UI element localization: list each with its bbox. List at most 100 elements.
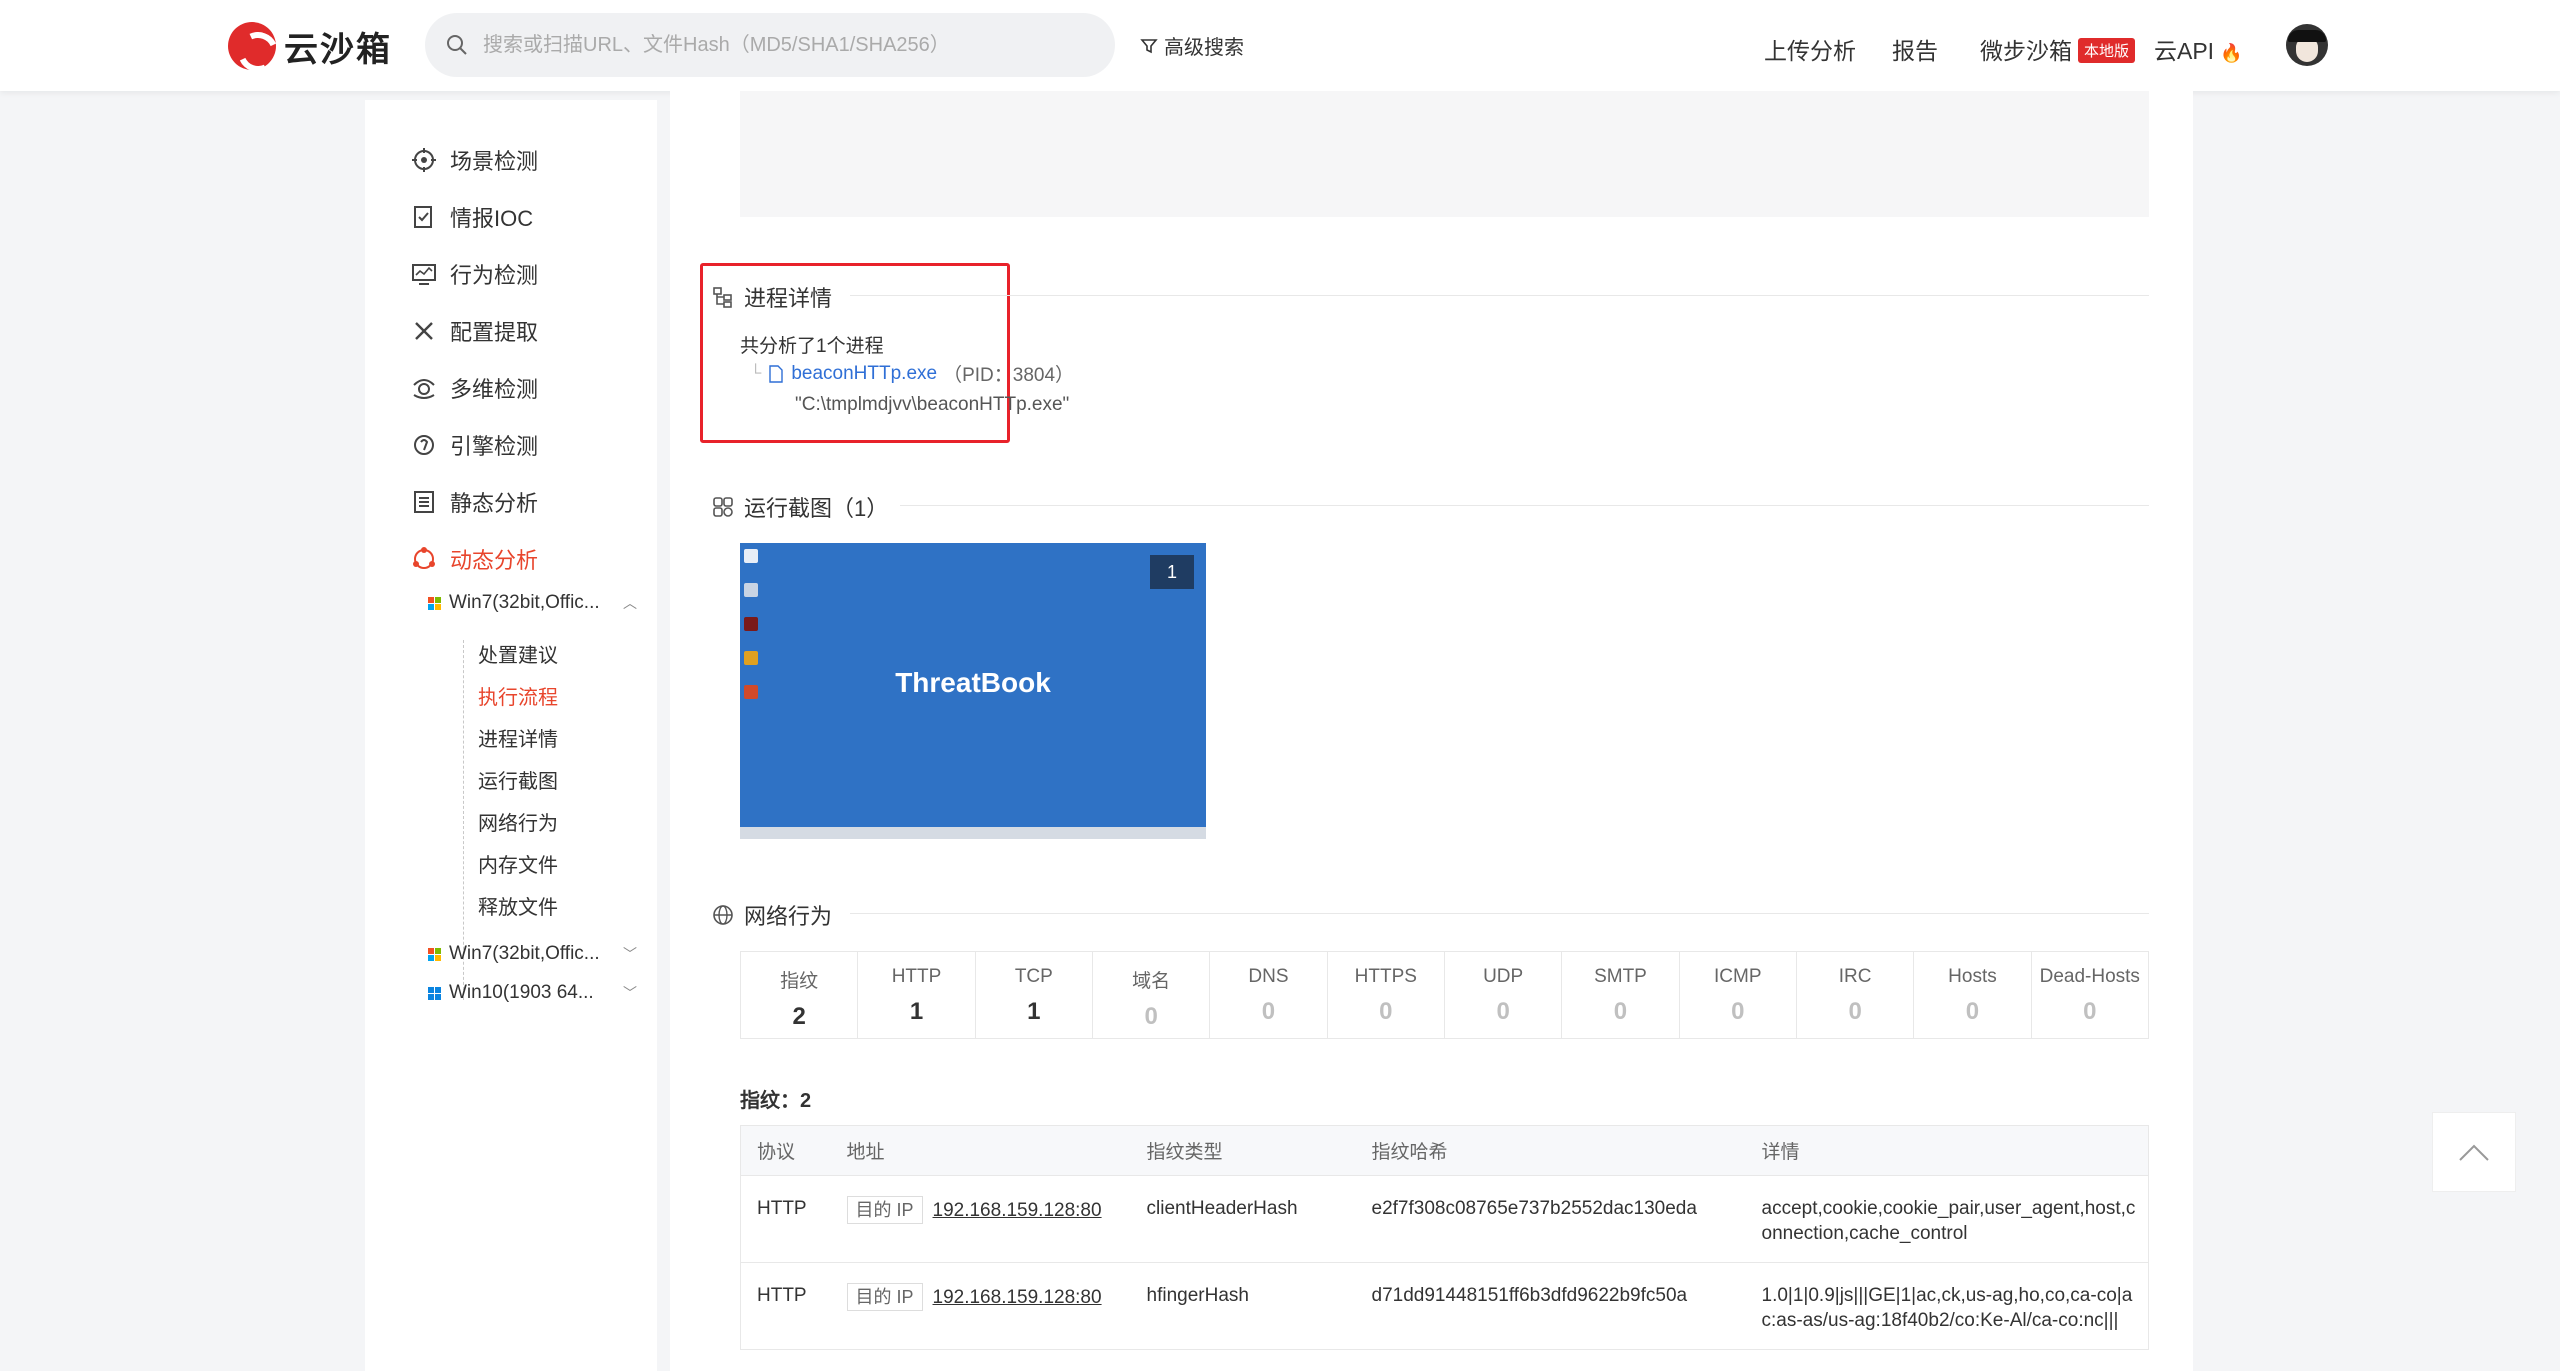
column-header: 指纹类型 bbox=[1130, 1125, 1356, 1176]
process-name-link[interactable]: beaconHTTp.exe bbox=[791, 363, 937, 385]
logo-text: 云沙箱 bbox=[284, 30, 392, 69]
desktop-icon bbox=[744, 583, 758, 597]
sidebar-item-multi[interactable]: 多维检测 bbox=[410, 372, 538, 404]
nav-report[interactable]: 报告 bbox=[1892, 32, 1938, 66]
sidebar-item-engine[interactable]: 引擎检测 bbox=[410, 429, 538, 461]
stat-value: 2 bbox=[792, 1003, 806, 1030]
network-stats: 指纹 2 HTTP 1 TCP 1 域名 0 DNS 0 HTTPS 0 UDP 0 SMTP… bbox=[740, 951, 2149, 1039]
cell-hash: d71dd91448151ff6b3dfd9622b9fc50a bbox=[1355, 1262, 1746, 1350]
sidebar-item-ioc[interactable]: 情报IOC bbox=[410, 201, 533, 233]
divider bbox=[850, 295, 2149, 296]
stat-fingerprint[interactable]: 指纹 2 bbox=[741, 952, 859, 1038]
search-box[interactable] bbox=[425, 13, 1115, 77]
divider bbox=[900, 505, 2149, 506]
advanced-search-label: 高级搜索 bbox=[1164, 37, 1244, 59]
advanced-search-button[interactable]: 高级搜索 bbox=[1140, 31, 1244, 60]
cell-protocol: HTTP bbox=[740, 1262, 831, 1350]
tree-item-advice[interactable]: 处置建议 bbox=[478, 639, 558, 668]
env-label: Win7(32bit,Offic... bbox=[449, 943, 600, 964]
screenshot-thumbnail[interactable]: ThreatBook 1 bbox=[740, 543, 1206, 839]
avatar[interactable] bbox=[2286, 24, 2328, 66]
stat-value: 1 bbox=[1027, 998, 1041, 1025]
stat-https: HTTPS 0 bbox=[1328, 952, 1445, 1038]
screenshot-index-badge: 1 bbox=[1150, 555, 1194, 589]
section-label: 运行截图（1） bbox=[744, 496, 889, 521]
cell-type: hfingerHash bbox=[1130, 1262, 1356, 1350]
tree-item-network[interactable]: 网络行为 bbox=[478, 807, 558, 836]
fingerprint-table: 协议 地址 指纹类型 指纹哈希 详情 HTTP 目的 IP 192.168.159… bbox=[740, 1125, 2149, 1350]
column-header: 地址 bbox=[830, 1125, 1131, 1176]
tree-item-flow[interactable]: 执行流程 bbox=[478, 681, 558, 710]
chevron-down-icon: ﹀ bbox=[623, 985, 637, 1001]
sidebar-item-scene[interactable]: 场景检测 bbox=[410, 144, 538, 176]
screenshot-icon bbox=[713, 497, 733, 517]
cell-detail: accept,cookie,cookie_pair,user_agent,hos… bbox=[1745, 1175, 2149, 1263]
stat-value: 0 bbox=[1144, 1003, 1158, 1030]
env-label: Win7(32bit,Offic... bbox=[449, 592, 600, 613]
desktop-icon bbox=[744, 549, 758, 563]
multi-scan-icon bbox=[410, 374, 438, 402]
sidebar-item-config[interactable]: 配置提取 bbox=[410, 315, 538, 347]
file-icon bbox=[769, 364, 784, 383]
sidebar-item-label: 场景检测 bbox=[450, 149, 539, 174]
stat-value: 0 bbox=[1965, 998, 1980, 1025]
detail-text: accept,cookie,cookie_pair,user_agent,hos… bbox=[1761, 1198, 2136, 1244]
stat-label: UDP bbox=[1483, 966, 1524, 987]
process-summary: 共分析了1个进程 bbox=[740, 336, 884, 357]
tree-item-process[interactable]: 进程详情 bbox=[478, 723, 558, 752]
sidebar-item-label: 多维检测 bbox=[450, 377, 539, 402]
stat-label: Dead-Hosts bbox=[2039, 966, 2140, 987]
search-input[interactable] bbox=[483, 33, 1083, 57]
sidebar-item-behavior[interactable]: 行为检测 bbox=[410, 258, 538, 290]
stat-label: 域名 bbox=[1132, 971, 1171, 992]
back-to-top-button[interactable] bbox=[2432, 1112, 2516, 1192]
table-row: HTTP 目的 IP 192.168.159.128:80 clientHeade… bbox=[740, 1175, 2149, 1263]
stat-value: 0 bbox=[1848, 998, 1862, 1025]
cell-detail: 1.0|1|0.9|js|||GE|1|ac,ck,us-ag,ho,co,ca… bbox=[1745, 1262, 2149, 1350]
nav-cloud-api[interactable]: 云API 🔥 bbox=[2154, 32, 2243, 66]
detail-text: 1.0|1|0.9|js|||GE|1|ac,ck,us-ag,ho,co,ca… bbox=[1761, 1285, 2133, 1331]
stat-dns: DNS 0 bbox=[1210, 952, 1328, 1038]
stat-dead-hosts: Dead-Hosts 0 bbox=[2032, 952, 2148, 1038]
nav-upload[interactable]: 上传分析 bbox=[1764, 32, 1856, 66]
env-win7-office-1[interactable]: Win7(32bit,Offic... ︿ bbox=[427, 592, 637, 614]
process-section-title: 进程详情 bbox=[712, 281, 832, 313]
sidebar-item-label: 行为检测 bbox=[450, 263, 539, 288]
target-icon bbox=[410, 146, 438, 174]
stat-value: 0 bbox=[1731, 998, 1745, 1025]
sidebar-item-static[interactable]: 静态分析 bbox=[410, 486, 538, 518]
tree-item-screenshot[interactable]: 运行截图 bbox=[478, 765, 558, 794]
logo[interactable]: 云沙箱 bbox=[228, 22, 392, 70]
taskbar bbox=[740, 827, 1206, 839]
stat-value: 1 bbox=[909, 998, 924, 1025]
table-header-row: 协议 地址 指纹类型 指纹哈希 详情 bbox=[740, 1125, 2149, 1176]
nav-micro-sandbox[interactable]: 微步沙箱 本地版 bbox=[1980, 32, 2136, 66]
stat-value: 0 bbox=[1613, 998, 1628, 1025]
nav-cloud-api-label: 云API bbox=[2154, 38, 2215, 64]
ip-link[interactable]: 192.168.159.128:80 bbox=[933, 1200, 1102, 1221]
ip-link[interactable]: 192.168.159.128:80 bbox=[933, 1287, 1102, 1308]
main-content: 进程详情 共分析了1个进程 └ beaconHTTp.exe （PID：3804… bbox=[670, 91, 2193, 1371]
stat-http[interactable]: HTTP 1 bbox=[858, 952, 976, 1038]
top-bar: 云沙箱 高级搜索 上传分析 报告 微步沙箱本地版 云API🔥 bbox=[0, 0, 2560, 91]
tree-item-dropped[interactable]: 释放文件 bbox=[478, 891, 558, 920]
stat-label: IRC bbox=[1838, 966, 1872, 987]
chevron-up-icon: ︿ bbox=[623, 595, 637, 611]
dest-ip-tag: 目的 IP bbox=[846, 1196, 923, 1224]
search-icon bbox=[447, 35, 467, 55]
process-pid: （PID：3804） bbox=[943, 365, 1075, 386]
sidebar-item-dynamic[interactable]: 动态分析 bbox=[410, 543, 538, 575]
engine-icon bbox=[410, 431, 438, 459]
windows7-icon bbox=[428, 597, 441, 610]
stat-tcp[interactable]: TCP 1 bbox=[976, 952, 1093, 1038]
table-row: HTTP 目的 IP 192.168.159.128:80 hfingerHash… bbox=[740, 1262, 2149, 1350]
tree-item-memory[interactable]: 内存文件 bbox=[478, 849, 558, 878]
monitor-chart-icon bbox=[410, 260, 438, 288]
sidebar-item-label: 配置提取 bbox=[450, 320, 539, 345]
fingerprint-title: 指纹：2 bbox=[740, 1090, 812, 1112]
stat-label: TCP bbox=[1014, 966, 1053, 987]
stat-label: ICMP bbox=[1714, 966, 1762, 987]
env-win7-office-2[interactable]: Win7(32bit,Offic... ﹀ bbox=[427, 943, 637, 965]
env-win10[interactable]: Win10(1903 64... ﹀ bbox=[427, 982, 637, 1004]
desktop-brand: ThreatBook bbox=[895, 667, 1051, 698]
